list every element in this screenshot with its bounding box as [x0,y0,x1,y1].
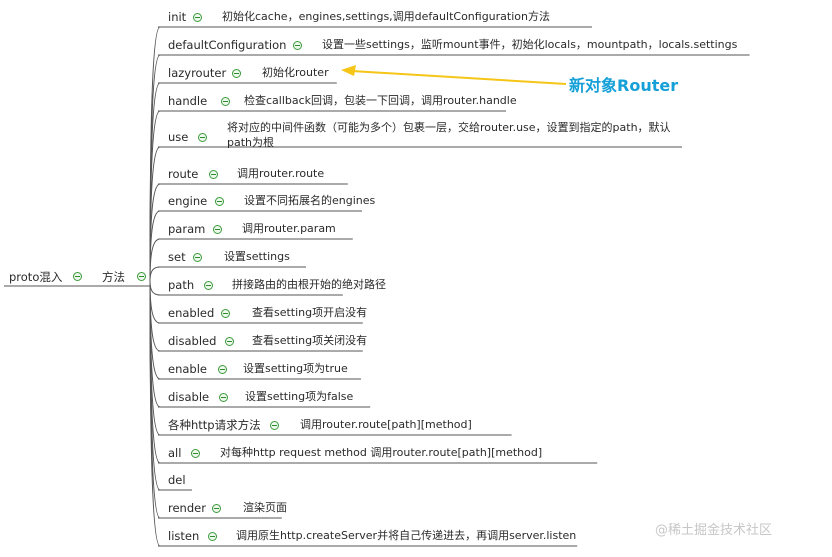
collapse-minus-icon[interactable] [225,337,234,346]
method-name[interactable]: del [168,473,186,487]
collapse-minus-icon[interactable] [193,253,202,262]
collapse-minus-icon[interactable] [218,365,227,374]
method-description: 设置一些settings，监听mount事件，初始化locals，mountpa… [322,38,738,51]
collapse-minus-icon[interactable] [208,532,217,541]
method-description: 调用router.param [242,222,336,235]
method-name[interactable]: use [168,130,188,144]
method-description: 将对应的中间件函数（可能为多个）包裹一层，交给router.use，设置到指定的… [227,121,671,149]
root-collapse-icon[interactable] [73,272,82,281]
method-description: 调用router.route[path][method] [300,418,472,431]
collapse-minus-icon[interactable] [215,197,224,206]
method-description: 调用router.route [237,167,325,180]
method-name[interactable]: param [168,222,205,236]
connector-curve [149,280,161,324]
method-name[interactable]: listen [168,529,199,543]
mindmap-canvas: proto混入 方法 init 初始化cache，engines,settings… [0,0,832,557]
collapse-minus-icon[interactable] [219,393,228,402]
method-name[interactable]: route [168,167,198,181]
method-name[interactable]: init [168,10,186,24]
method-description: 设置不同拓展名的engines [244,194,376,207]
method-description: 初始化cache，engines,settings,调用defaultConfi… [222,10,550,23]
method-name[interactable]: all [168,446,181,460]
method-description: 设置setting项为false [245,390,354,403]
method-name[interactable]: enabled [168,306,214,320]
root-node-label[interactable]: proto混入 [9,270,62,284]
collapse-minus-icon[interactable] [204,281,213,290]
method-description: 设置settings [224,250,290,263]
watermark: @稀土掘金技术社区 [655,523,773,538]
connector-curve [149,280,161,296]
method-name[interactable]: defaultConfiguration [168,38,286,52]
method-description: 查看setting项开启没有 [252,306,368,319]
collapse-minus-icon[interactable] [191,449,200,458]
collapse-minus-icon[interactable] [213,225,222,234]
connector-curve [149,238,161,282]
method-description: 初始化router [262,66,329,79]
group-collapse-icon[interactable] [137,272,146,281]
collapse-minus-icon[interactable] [221,97,230,106]
method-description: 查看setting项关闭没有 [252,334,368,347]
collapse-minus-icon[interactable] [193,13,202,22]
connector-line [351,70,567,85]
collapse-minus-icon[interactable] [209,170,218,179]
method-name[interactable]: 各种http请求方法 [168,418,261,432]
method-name[interactable]: set [168,250,186,264]
method-name[interactable]: path [168,278,194,292]
method-name[interactable]: handle [168,94,207,108]
callout-label: 新对象Router [569,76,679,95]
method-description: 检查callback回调，包装一下回调，调用router.handle [244,94,517,107]
method-name[interactable]: engine [168,194,207,208]
method-name[interactable]: disabled [168,334,216,348]
collapse-minus-icon[interactable] [212,504,221,513]
method-description: 对每种http request method 调用router.route[pa… [220,446,543,459]
method-description: 渲染页面 [243,501,287,514]
collapse-minus-icon[interactable] [198,133,207,142]
connector-curve [149,266,161,282]
method-name[interactable]: enable [168,362,207,376]
method-name[interactable]: render [168,501,206,515]
method-description: 拼接路由的由根开始的绝对路径 [232,278,386,291]
collapse-minus-icon[interactable] [293,41,302,50]
collapse-minus-icon[interactable] [270,421,279,430]
arrow-left-icon [341,65,356,76]
collapse-minus-icon[interactable] [232,69,241,78]
method-name[interactable]: disable [168,390,209,404]
method-name[interactable]: lazyrouter [168,66,226,80]
method-description: 设置setting项为true [243,362,348,375]
method-description: 调用原生http.createServer并将自己传递进去，再调用server.… [236,529,577,542]
collapse-minus-icon[interactable] [221,309,230,318]
group-node-label[interactable]: 方法 [102,270,125,284]
